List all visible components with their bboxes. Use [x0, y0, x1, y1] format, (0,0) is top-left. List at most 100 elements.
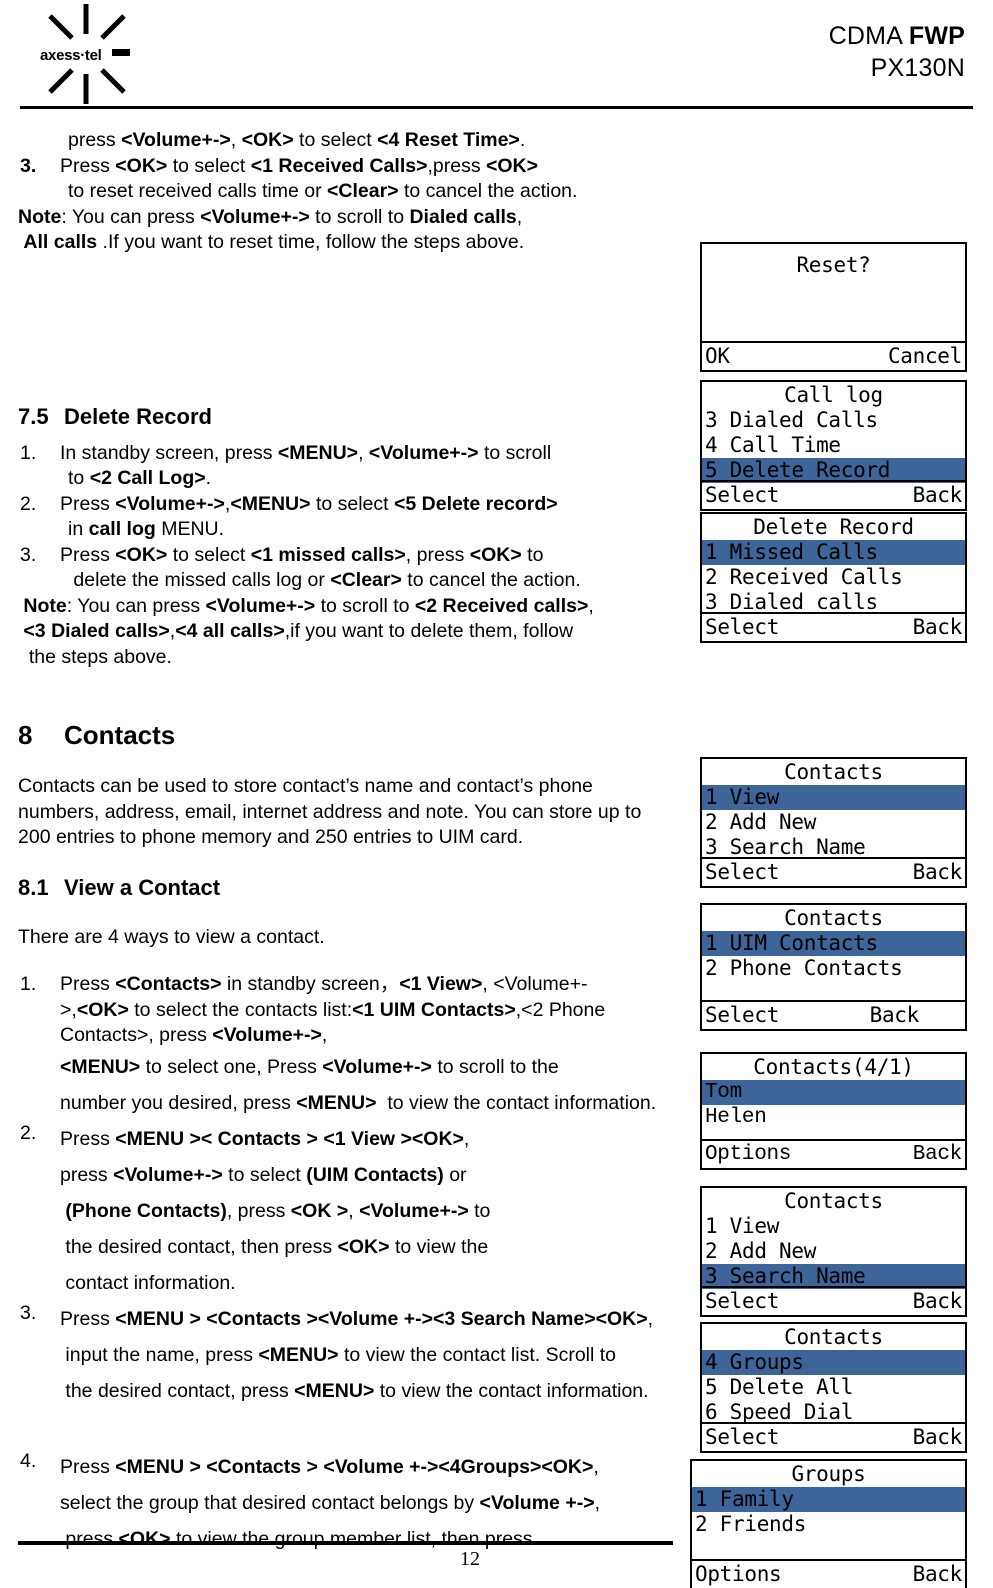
softkey-right[interactable]: Back	[913, 614, 963, 641]
softkey-bar: Select Back	[702, 480, 965, 509]
menu-item[interactable]: 1 View	[702, 1214, 965, 1239]
softkey-left[interactable]: Select	[705, 859, 779, 886]
heading-text: View a Contact	[64, 874, 221, 900]
continuation-line: press <Volume+->, <OK> to select <4 Rese…	[68, 129, 526, 151]
softkey-bar: Select Back	[702, 1422, 965, 1451]
list-marker: 3.	[20, 543, 37, 566]
screen-contacts-list: Contacts(4/1) Tom Helen Options Back	[700, 1052, 967, 1170]
menu-item-selected[interactable]: 1 View	[702, 785, 965, 810]
list-marker: 3.	[20, 1301, 37, 1324]
list-marker: 2.	[20, 1121, 37, 1144]
page-number: 12	[460, 1548, 480, 1570]
softkey-left[interactable]: Select	[705, 614, 779, 641]
screen-reset-dialog: Reset? OK Cancel	[700, 242, 967, 372]
list-line: In standby screen, press <MENU>, <Volume…	[60, 441, 552, 464]
screen-delete-record: Delete Record 1 Missed Calls 2 Received …	[700, 512, 967, 643]
menu-item-selected[interactable]: 4 Groups	[702, 1350, 965, 1375]
list-item-7-5-2: 2. Press <Volume+->,<MENU> to select <5 …	[18, 492, 694, 543]
softkey-left[interactable]: Options	[695, 1561, 782, 1588]
menu-item[interactable]: 4 Call Time	[702, 433, 965, 458]
heading-number: 8	[18, 720, 33, 750]
softkey-left[interactable]: Select	[705, 482, 779, 509]
softkey-left[interactable]: OK	[705, 343, 730, 370]
softkey-right[interactable]: Back	[913, 482, 963, 509]
list-line: to <2 Call Log>.	[68, 467, 212, 489]
heading-number: 8.1	[18, 874, 49, 900]
screen-title: Reset?	[796, 253, 871, 277]
menu-item-selected[interactable]: 1 Family	[692, 1487, 965, 1512]
list-line: press <OK> to view the group member list…	[60, 1527, 533, 1550]
list-line: Press <MENU > <Contacts ><Volume +-><3 S…	[60, 1307, 654, 1330]
screen-title: Contacts	[784, 760, 883, 784]
contact-item-selected[interactable]: Tom	[702, 1080, 965, 1105]
list-line: number you desired, press <MENU> to view…	[60, 1091, 657, 1114]
screen-title: Contacts	[784, 1189, 883, 1213]
screen-title: Call log	[784, 383, 883, 407]
heading-8-1: 8.1 View a Contact	[18, 873, 694, 903]
note-line: Note: You can press <Volume+-> to scroll…	[23, 594, 594, 617]
lead-line: There are 4 ways to view a contact.	[18, 925, 325, 948]
heading-number: 7.5	[18, 403, 49, 429]
menu-item[interactable]: 2 Add New	[702, 1239, 965, 1264]
menu-item-selected[interactable]: 1 UIM Contacts	[702, 931, 965, 956]
heading-7-5: 7.5 Delete Record	[18, 402, 694, 432]
heading-text: Contacts	[64, 720, 176, 750]
screen-call-log: Call log 3 Dialed Calls 4 Call Time 5 De…	[700, 380, 967, 511]
list-line: to reset received calls time or <Clear> …	[68, 180, 578, 202]
softkey-bar: Options Back	[692, 1559, 965, 1588]
menu-item-selected[interactable]: 1 Missed Calls	[702, 540, 965, 565]
menu-item[interactable]: 2 Received Calls	[702, 565, 965, 590]
softkey-right[interactable]: Back	[913, 1141, 963, 1168]
list-line: <MENU> to select one, Press <Volume+-> t…	[60, 1055, 559, 1078]
screen-contacts-more: Contacts 4 Groups 5 Delete All 6 Speed D…	[700, 1322, 967, 1453]
list-line: Contacts>, press <Volume+->,	[60, 1024, 328, 1046]
product-title: CDMA FWP PX130N	[829, 20, 965, 84]
list-item-8-1-2: 2. Press <MENU >< Contacts > <1 View ><O…	[18, 1121, 694, 1301]
list-line: Press <Contacts> in standby screen，<1 Vi…	[60, 973, 588, 995]
list-line: Press <Volume+->,<MENU> to select <5 Del…	[60, 492, 558, 515]
softkey-right[interactable]: Back	[913, 859, 963, 886]
list-line: contact information.	[60, 1271, 236, 1294]
list-line: >,<OK> to select the contacts list:<1 UI…	[60, 998, 606, 1021]
header-divider	[20, 106, 973, 109]
note-line: Note: You can press <Volume+-> to scroll…	[18, 205, 523, 228]
softkey-bar: OK Cancel	[702, 341, 965, 370]
intro-line: Contacts can be used to store contact’s …	[18, 775, 593, 797]
paragraph-continuation: press <Volume+->, <OK> to select <4 Rese…	[18, 128, 694, 154]
screen-groups: Groups 1 Family 2 Friends Options Back	[690, 1459, 967, 1588]
softkey-left[interactable]: Select	[705, 1288, 779, 1315]
softkey-bar: Select Back	[702, 612, 965, 641]
menu-item[interactable]: 2 Friends	[692, 1512, 965, 1537]
menu-item[interactable]: 3 Dialed Calls	[702, 408, 965, 433]
softkey-right[interactable]: Cancel	[888, 343, 962, 370]
list-line: delete the missed calls log or <Clear> t…	[68, 569, 581, 591]
softkey-left[interactable]: Select	[705, 1002, 779, 1029]
note-line: the steps above.	[18, 645, 172, 668]
softkey-left[interactable]: Select	[705, 1424, 779, 1451]
svg-text:axess·tel: axess·tel	[40, 47, 102, 64]
softkey-bar: Select Back	[702, 857, 965, 886]
menu-item[interactable]: 2 Add New	[702, 810, 965, 835]
softkey-right[interactable]: Back	[870, 1002, 920, 1029]
softkey-bar: Options Back	[702, 1139, 965, 1168]
note-line: All calls .If you want to reset time, fo…	[23, 231, 525, 253]
contact-item[interactable]: Helen	[702, 1105, 965, 1130]
menu-item[interactable]: 2 Phone Contacts	[702, 956, 965, 981]
menu-item[interactable]: 5 Delete All	[702, 1375, 965, 1400]
softkey-right[interactable]: Back	[913, 1288, 963, 1315]
intro-line: numbers, address, email, internet addres…	[18, 800, 642, 823]
softkey-left[interactable]: Options	[705, 1141, 791, 1168]
softkey-right[interactable]: Back	[913, 1424, 963, 1451]
screen-title: Delete Record	[753, 515, 914, 539]
softkey-right[interactable]: Back	[913, 1561, 963, 1588]
screen-contacts-search: Contacts 1 View 2 Add New 3 Search Name …	[700, 1186, 967, 1317]
heading-text: Delete Record	[64, 403, 212, 429]
